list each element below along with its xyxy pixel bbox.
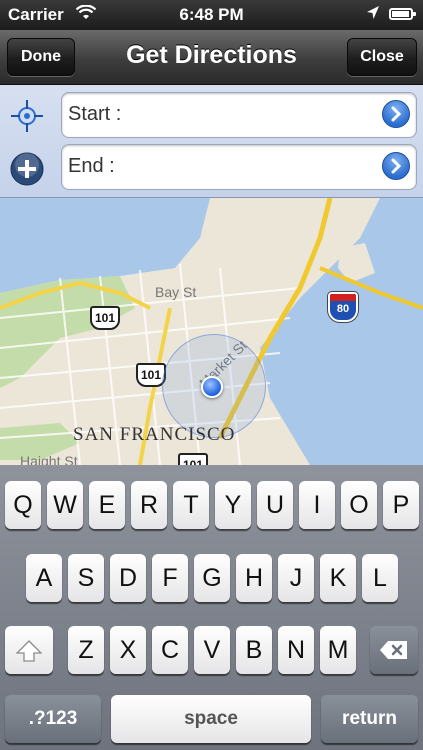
end-field-label: End :: [68, 155, 115, 177]
key-p[interactable]: P: [383, 481, 419, 529]
start-location-field[interactable]: Start :: [61, 92, 417, 138]
current-location-pin[interactable]: [201, 376, 223, 398]
shift-arrow-icon: [15, 636, 43, 664]
space-key[interactable]: space: [111, 695, 311, 743]
key-i[interactable]: I: [299, 481, 335, 529]
shift-key[interactable]: [5, 626, 53, 674]
backspace-icon: [379, 639, 409, 660]
key-t[interactable]: T: [173, 481, 209, 529]
clock-time: 6:48 PM: [179, 5, 244, 24]
key-m[interactable]: M: [320, 626, 356, 674]
status-bar: Carrier 6:48 PM: [0, 0, 423, 30]
key-h[interactable]: H: [236, 554, 272, 602]
key-o[interactable]: O: [341, 481, 377, 529]
interstate-80-shield: 80: [328, 292, 358, 322]
key-l[interactable]: L: [362, 554, 398, 602]
navigation-bar: Done Get Directions Close: [0, 30, 423, 85]
highway-101-shield: 101: [178, 453, 208, 465]
key-j[interactable]: J: [278, 554, 314, 602]
start-field-label: Start :: [68, 103, 122, 125]
current-location-crosshair-icon[interactable]: [9, 98, 45, 134]
key-q[interactable]: Q: [5, 481, 41, 529]
city-label: SAN FRANCISCO: [73, 424, 236, 445]
key-a[interactable]: A: [26, 554, 62, 602]
key-s[interactable]: S: [68, 554, 104, 602]
key-b[interactable]: B: [236, 626, 272, 674]
numbers-key[interactable]: .?123: [5, 695, 101, 743]
key-e[interactable]: E: [89, 481, 125, 529]
key-f[interactable]: F: [152, 554, 188, 602]
end-go-chevron-icon[interactable]: [382, 152, 410, 180]
directions-input-panel: Start : End :: [0, 85, 423, 198]
highway-101-shield: 101: [90, 306, 120, 330]
street-label-bay-st: Bay St: [155, 284, 197, 300]
key-z[interactable]: Z: [68, 626, 104, 674]
close-button[interactable]: Close: [347, 38, 417, 76]
interstate-number: 80: [336, 303, 350, 315]
street-label-haight-st: Haight St: [20, 453, 78, 465]
key-k[interactable]: K: [320, 554, 356, 602]
key-x[interactable]: X: [110, 626, 146, 674]
delete-key[interactable]: [370, 626, 418, 674]
keyboard: Q W E R T Y U I O P A S D F G H J K L Z …: [0, 465, 423, 750]
key-r[interactable]: R: [131, 481, 167, 529]
battery-icon: [389, 8, 416, 20]
key-c[interactable]: C: [152, 626, 188, 674]
add-circle-icon[interactable]: [9, 151, 45, 187]
key-y[interactable]: Y: [215, 481, 251, 529]
map-view[interactable]: Bay St Market St Haight St 101 101 101 8…: [0, 198, 423, 465]
return-key[interactable]: return: [321, 695, 418, 743]
start-go-chevron-icon[interactable]: [382, 100, 410, 128]
key-n[interactable]: N: [278, 626, 314, 674]
key-w[interactable]: W: [47, 481, 83, 529]
key-v[interactable]: V: [194, 626, 230, 674]
location-arrow-icon: [366, 5, 380, 26]
key-d[interactable]: D: [110, 554, 146, 602]
key-g[interactable]: G: [194, 554, 230, 602]
end-location-field[interactable]: End :: [61, 144, 417, 190]
key-u[interactable]: U: [257, 481, 293, 529]
